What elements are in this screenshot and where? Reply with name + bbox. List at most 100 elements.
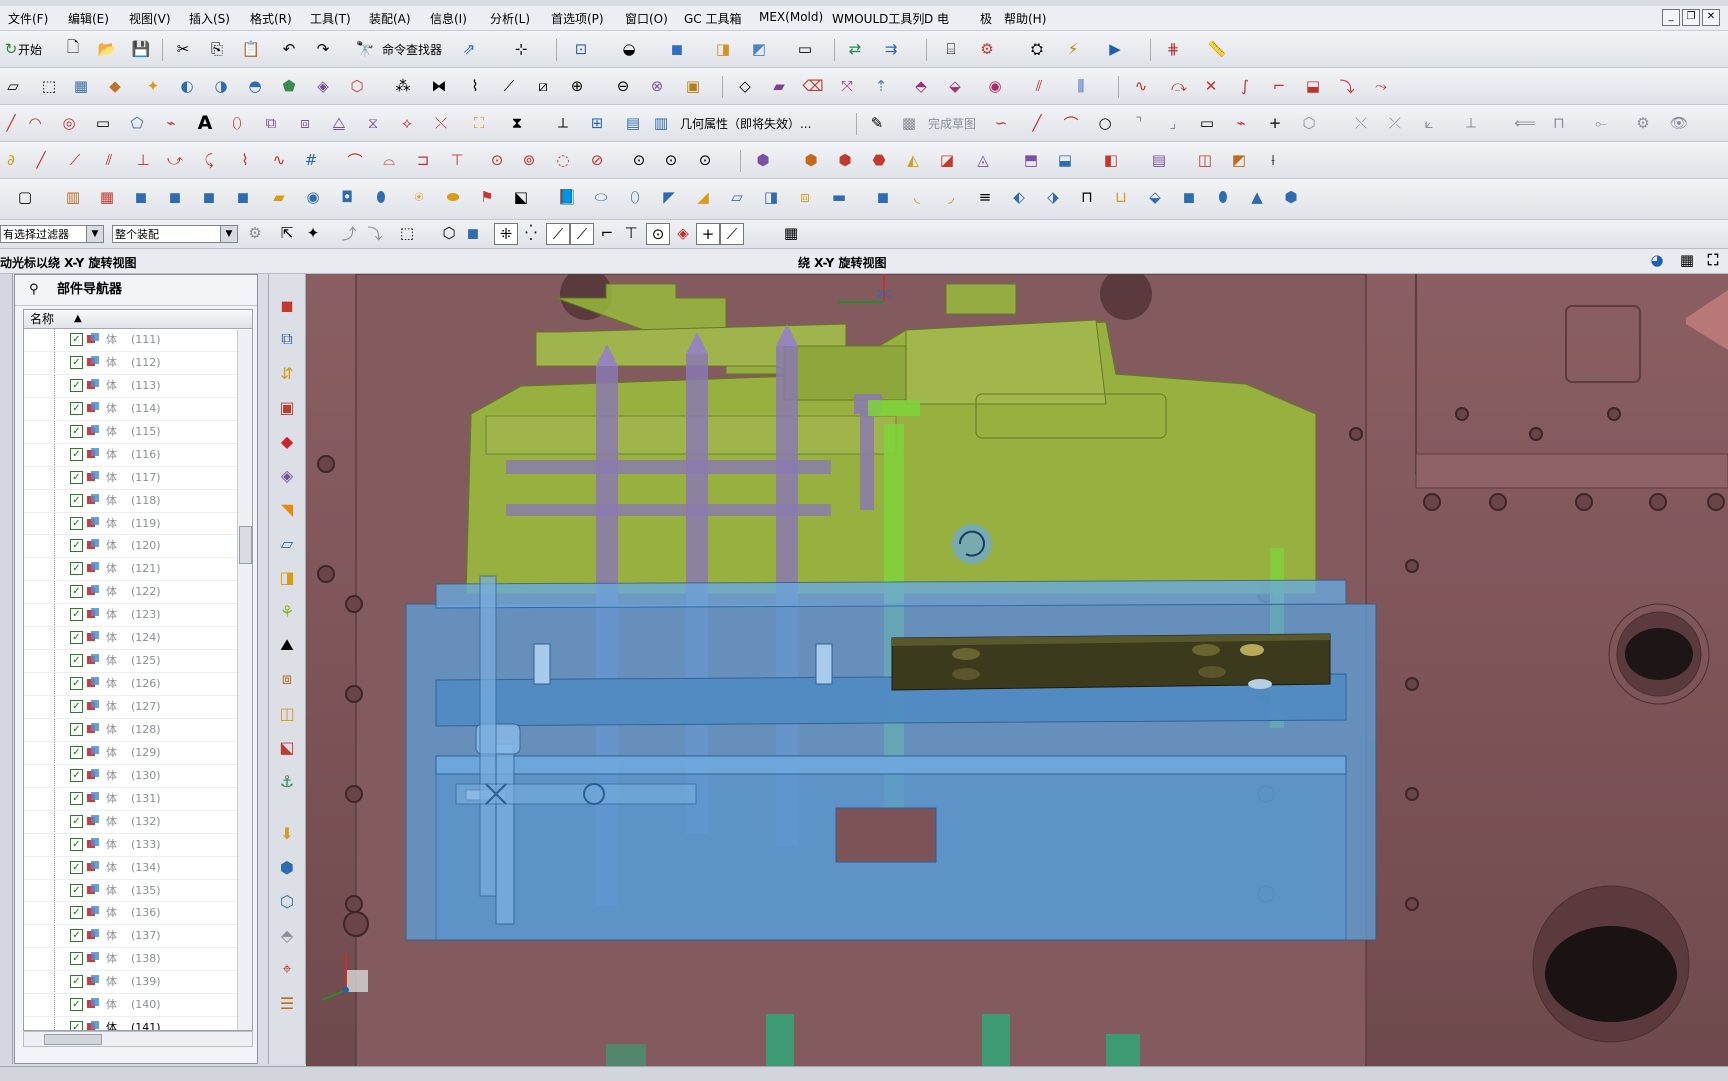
offset-curve-icon[interactable]: ⤳: [1370, 76, 1392, 96]
sketch-line-icon[interactable]: ╱: [1026, 113, 1048, 133]
solid-cube-icon[interactable]: ◼: [130, 187, 152, 207]
section-view-icon[interactable]: ◩: [748, 39, 770, 59]
curve-group-icon[interactable]: ∂: [0, 150, 22, 170]
arc-3pt-icon[interactable]: ⌒: [344, 150, 366, 170]
visibility-checkbox[interactable]: ✓: [70, 700, 83, 713]
arc-icon[interactable]: ◠: [24, 113, 46, 133]
arc-end-icon[interactable]: ⊤: [446, 150, 468, 170]
tree-node-body[interactable]: ✓ 体 (141): [24, 1017, 252, 1030]
solid-layers-icon[interactable]: ≡: [974, 187, 996, 207]
solid-plate-icon[interactable]: ▰: [268, 187, 290, 207]
solid-curve-icon[interactable]: ◟: [906, 187, 928, 207]
trim-body-icon[interactable]: ◈: [312, 76, 334, 96]
circle-ctr-icon[interactable]: ⊙: [694, 150, 716, 170]
tree-node-body[interactable]: ✓ 体 (121): [24, 558, 252, 582]
sketch-spline-icon[interactable]: ⌁: [1230, 113, 1252, 133]
solid-orange-block-icon[interactable]: ▥: [62, 187, 84, 207]
constraint-navigator-icon[interactable]: ⧉: [276, 328, 298, 350]
visibility-checkbox[interactable]: ✓: [70, 952, 83, 966]
grid-tool-icon[interactable]: ⋕: [1162, 39, 1184, 59]
tree-node-body[interactable]: ✓ 体 (124): [24, 627, 252, 651]
resize-face-icon[interactable]: ⬘: [910, 76, 932, 96]
sketch-settings-icon[interactable]: ⚙: [1632, 113, 1654, 133]
solid-box-icon[interactable]: ◨: [760, 187, 782, 207]
intersection-point-icon[interactable]: ⧖: [362, 113, 384, 133]
line-point-icon[interactable]: ⟋: [64, 150, 86, 170]
visibility-checkbox[interactable]: ✓: [70, 814, 83, 828]
solid-slot-icon[interactable]: ⬯: [624, 187, 646, 207]
manufacturing-icon[interactable]: ⛰: [276, 634, 298, 656]
standard-parts-icon[interactable]: ⬢: [276, 856, 298, 878]
finish-sketch-button[interactable]: 完成草图: [928, 115, 976, 132]
visibility-checkbox[interactable]: ✓: [70, 562, 83, 576]
chamfer-icon[interactable]: ◓: [244, 76, 266, 96]
mold-tool-11-icon[interactable]: ▤: [1148, 150, 1170, 170]
geometry-property-button[interactable]: 几何属性（即将失效）...: [680, 115, 811, 132]
solid-slider-icon[interactable]: ⬬: [442, 187, 464, 207]
solid-sphere-icon[interactable]: ⬢: [1280, 187, 1302, 207]
curve-grid-icon[interactable]: #: [300, 150, 322, 170]
visibility-checkbox[interactable]: ✓: [70, 516, 83, 530]
gate-nav-icon[interactable]: ⬡: [276, 890, 298, 912]
mold-tool-1-icon[interactable]: ⬢: [752, 150, 774, 170]
undo-icon[interactable]: ↶: [278, 39, 300, 59]
navigator-horizontal-scrollbar[interactable]: [23, 1031, 253, 1047]
menu-edit[interactable]: 编辑(E): [68, 10, 109, 27]
solid-cylinder-icon[interactable]: ◘: [336, 187, 358, 207]
basic-line-icon[interactable]: ╱: [30, 150, 52, 170]
tree-node-body[interactable]: ✓ 体 (137): [24, 925, 252, 949]
blend-icon[interactable]: ◑: [210, 76, 232, 96]
mold-wizard-nav-icon[interactable]: ⧈: [276, 668, 298, 690]
visibility-checkbox[interactable]: ✓: [70, 355, 83, 369]
minimize-button[interactable]: _: [1662, 9, 1680, 26]
assembly-constraint-icon[interactable]: ⇉: [880, 39, 902, 59]
parallel-line-icon[interactable]: ⫽: [98, 150, 120, 170]
assembly-scope-dropdown[interactable]: 整个装配 ▼: [112, 225, 238, 243]
sketch-arc-icon[interactable]: ⌒: [1060, 113, 1082, 133]
tree-node-body[interactable]: ✓ 体 (135): [24, 879, 252, 903]
measure-distance-icon[interactable]: ⌸: [940, 39, 962, 59]
visibility-checkbox[interactable]: ✓: [70, 975, 83, 989]
tree-node-body[interactable]: ✓ 体 (118): [24, 489, 252, 513]
sketch-trim-icon[interactable]: ⤬: [1350, 113, 1372, 133]
replace-face-icon[interactable]: ▰: [768, 76, 790, 96]
save-icon[interactable]: 💾: [130, 39, 152, 59]
sketch-show-icon[interactable]: 👁: [1668, 113, 1690, 133]
visibility-checkbox[interactable]: ✓: [70, 998, 83, 1012]
solid-cylinder-2-icon[interactable]: ⬮: [370, 187, 392, 207]
menu-insert[interactable]: 插入(S): [189, 10, 230, 27]
slider-nav-icon[interactable]: ⌖: [276, 958, 298, 980]
mold-tool-7-icon[interactable]: ◬: [972, 150, 994, 170]
sketch-icon[interactable]: ✎: [866, 113, 888, 133]
select-part-icon[interactable]: ◼: [462, 223, 484, 243]
solid-ejector-icon[interactable]: ⍟: [408, 187, 430, 207]
snap-tangent-icon[interactable]: ⟋: [570, 223, 594, 245]
unite-icon[interactable]: ⊕: [566, 76, 588, 96]
system-materials-icon[interactable]: ▱: [276, 532, 298, 554]
menu-analysis[interactable]: 分析(L): [490, 10, 530, 27]
navigator-vertical-scrollbar[interactable]: [237, 330, 252, 1030]
assoc-copy-icon[interactable]: ⧗: [506, 113, 528, 133]
tree-node-body[interactable]: ✓ 体 (125): [24, 650, 252, 674]
snap-center-icon[interactable]: ⊙: [646, 223, 670, 245]
sketch-auto-dim-icon[interactable]: ⟜: [1590, 113, 1612, 133]
studio-spline-icon[interactable]: ⌁: [160, 113, 182, 133]
electrode-icon[interactable]: ⚡: [1062, 39, 1084, 59]
visibility-checkbox[interactable]: ✓: [70, 677, 83, 691]
bridge-curve-icon[interactable]: ∫: [1234, 76, 1256, 96]
shell-icon[interactable]: ⬟: [278, 76, 300, 96]
pattern-curve-icon[interactable]: ⧈: [294, 113, 316, 133]
close-button[interactable]: ✕: [1702, 9, 1720, 26]
bisect-line-icon[interactable]: ⤹: [198, 150, 220, 170]
web-browser-icon[interactable]: ◈: [276, 464, 298, 486]
finish-sketch-icon[interactable]: ▩: [898, 113, 920, 133]
menu-preferences[interactable]: 首选项(P): [551, 10, 604, 27]
datum-plane-icon[interactable]: ⬚: [38, 76, 60, 96]
tangent-line-icon[interactable]: ⤻: [164, 150, 186, 170]
snap-quadrant-icon[interactable]: ◈: [672, 223, 694, 243]
tree-node-body[interactable]: ✓ 体 (116): [24, 443, 252, 467]
visibility-checkbox[interactable]: ✓: [70, 585, 83, 599]
offset-region-icon[interactable]: ⬙: [944, 76, 966, 96]
background-icon[interactable]: ▭: [794, 39, 816, 59]
layout-icon[interactable]: ▦: [1676, 250, 1698, 270]
